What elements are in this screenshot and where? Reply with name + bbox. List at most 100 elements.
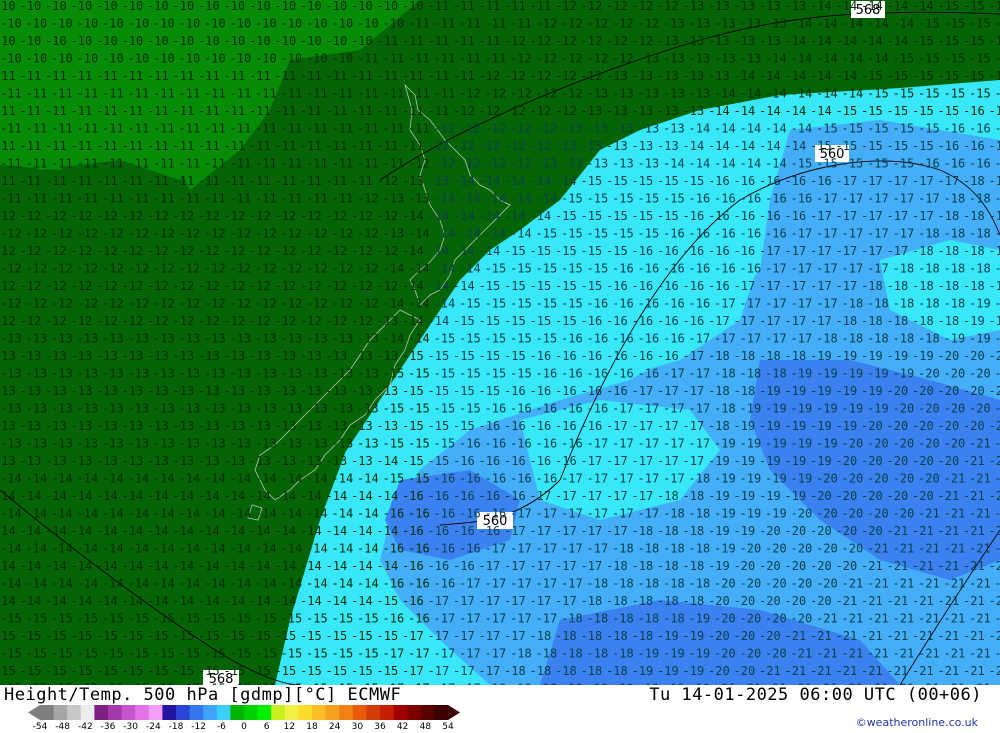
temperature-label: -16 [657,314,679,328]
temperature-label: -17 [836,279,858,293]
temperature-label: -13 [683,0,705,13]
temperature-label: -12 [198,209,220,223]
legend-ticks: -54 -48 -42 -36 -30 -24 -18 -12 -6 0 6 12 18 24 30 36 42… [28,722,468,732]
temperature-label: -11 [122,139,144,153]
temperature-label: -11 [377,104,399,118]
temperature-label: -17 [867,227,889,241]
temperature-label: -11 [434,52,456,66]
temperature-label: -12 [77,227,99,241]
temperature-label: -12 [224,209,246,223]
temperature-label: -16 [581,349,603,363]
temperature-label: -14 [479,244,501,258]
temperature-label: -12 [96,314,118,328]
temperature-label: -18 [561,612,583,626]
temperature-label: -19 [765,507,787,521]
temperature-label: -19 [836,419,858,433]
temperature-label: -15 [0,629,16,643]
temperature-label: -15 [632,174,654,188]
temperature-label: -11 [281,87,303,101]
temperature-label: -12 [204,227,226,241]
temperature-label: -19 [683,664,705,678]
temperature-label: -17 [632,454,654,468]
temperature-label: -12 [510,122,532,136]
temperature-label: -12 [173,209,195,223]
temperature-label: -17 [765,262,787,276]
temperature-label: -14 [51,577,73,591]
temperature-label: -14 [428,279,450,293]
temperature-label: -12 [657,0,679,13]
temperature-label: -13 [587,122,609,136]
temperature-label: -14 [26,577,48,591]
temperature-label: -19 [734,454,756,468]
temperature-label: -17 [453,629,475,643]
temperature-label: -17 [434,647,456,661]
temperature-label: -20 [918,437,940,451]
credit-link[interactable]: ©weatheronline.co.uk [856,716,978,729]
temperature-label: -15 [479,349,501,363]
temperature-label: -18 [893,262,915,276]
temperature-label: -10 [326,34,348,48]
temperature-label: -12 [122,209,144,223]
temperature-label: -18 [510,647,532,661]
temperature-label: -14 [96,594,118,608]
temperature-label: -13 [45,349,67,363]
temperature-label: -10 [26,52,48,66]
temperature-label: -13 [714,52,736,66]
legend-swatch [121,705,136,720]
temperature-label: -14 [714,87,736,101]
temperature-label: -10 [357,17,379,31]
temperature-label: -15 [402,384,424,398]
temperature-label: -18 [918,297,940,311]
temperature-label: -13 [734,34,756,48]
temperature-label: -12 [326,279,348,293]
temperature-label: -15 [561,227,583,241]
temperature-label: -13 [714,17,736,31]
temperature-label: -14 [377,559,399,573]
temperature-label: -17 [810,279,832,293]
temperature-label: -10 [147,0,169,13]
temperature-label: -17 [842,262,864,276]
temperature-label: -12 [249,244,271,258]
temperature-label: -13 [173,349,195,363]
temperature-label: -21 [842,577,864,591]
temperature-label: -17 [485,647,507,661]
temperature-label: -14 [77,577,99,591]
temperature-label: -12 [102,227,124,241]
temperature-label: -19 [785,384,807,398]
temperature-label: -13 [281,367,303,381]
temperature-label: -14 [224,489,246,503]
legend-swatch [434,705,449,720]
temperature-label: -21 [969,472,991,486]
temperature-label: -10 [0,34,16,48]
temperature-label: -12 [504,139,526,153]
temperature-label: -18 [944,192,966,206]
temperature-label: -14 [20,594,42,608]
temperature-label: -14 [734,139,756,153]
temperature-label: -12 [536,122,558,136]
temperature-label: -14 [485,192,507,206]
temperature-label: -16 [504,454,526,468]
temperature-label: -14 [383,297,405,311]
temperature-label: -20 [740,542,762,556]
temperature-label: -18 [530,629,552,643]
temperature-label: -15 [230,612,252,626]
temperature-label: -12 [632,34,654,48]
temperature-label: -14 [230,542,252,556]
temperature-label: -13 [0,332,22,346]
temperature-label: -19 [989,314,1000,328]
temperature-label: -16 [530,419,552,433]
temperature-label: -13 [224,349,246,363]
temperature-label: -13 [785,0,807,13]
temperature-label: -12 [0,244,16,258]
temperature-label: -14 [198,489,220,503]
temperature-label: -11 [281,192,303,206]
temperature-label: -14 [96,524,118,538]
temperature-label: -13 [351,384,373,398]
temperature-label: -16 [530,454,552,468]
temperature-label: -11 [255,87,277,101]
legend-tick-label: -12 [191,722,207,732]
temperature-label: -10 [402,0,424,13]
temperature-label: -17 [587,472,609,486]
temperature-label: -20 [714,647,736,661]
map-footer: Height/Temp. 500 hPa [gdmp][°C] ECMWF Tu… [0,685,1000,733]
